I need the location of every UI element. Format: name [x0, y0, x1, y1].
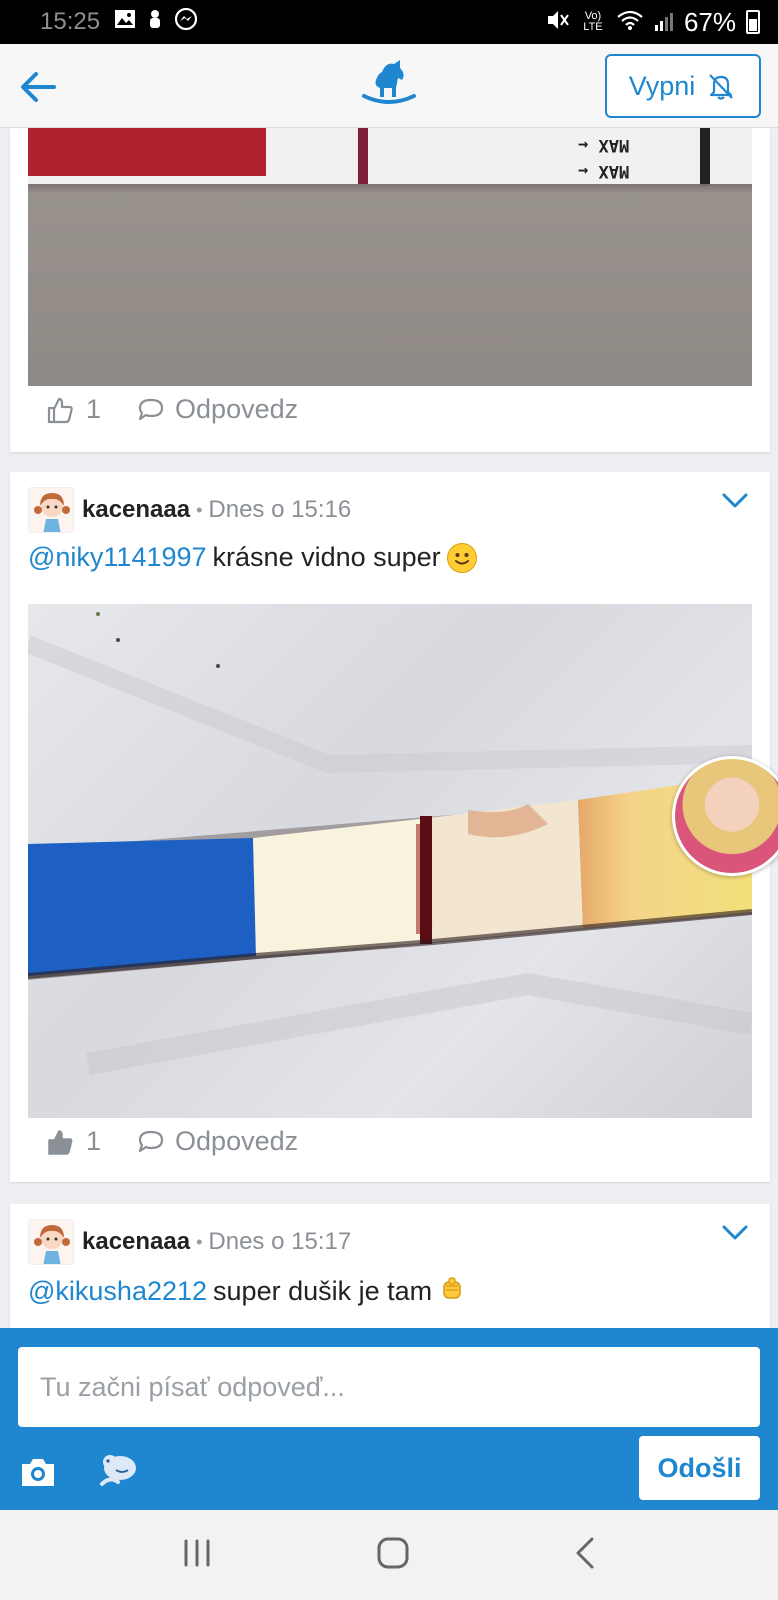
like-count: 1	[86, 1126, 102, 1156]
reply-label: Odpovedz	[175, 1126, 299, 1156]
network-label: Vo) LTE	[583, 10, 603, 33]
camera-icon	[22, 1459, 54, 1486]
like-count: 1	[86, 394, 102, 424]
post-text: @niky1141997 krásne vidno super	[28, 542, 477, 573]
post-body: super dušik je tam	[213, 1276, 433, 1306]
system-navigation-bar	[0, 1510, 778, 1600]
post-header: kacenaaa • Dnes o 15:17	[28, 1216, 351, 1268]
wifi-icon	[616, 7, 644, 38]
separator-dot: •	[196, 1231, 203, 1252]
like-button[interactable]: 1	[46, 1126, 101, 1157]
girl-avatar-icon	[34, 1225, 70, 1264]
smiling-face-icon	[446, 542, 477, 573]
recents-icon[interactable]	[181, 1538, 213, 1573]
post-username[interactable]: kacenaaa	[82, 496, 190, 524]
thumbs-up-filled-icon	[48, 1129, 73, 1155]
separator-dot: •	[196, 499, 203, 520]
home-icon[interactable]	[376, 1536, 410, 1575]
arrow-left-icon	[21, 72, 56, 102]
speech-bubble-icon	[138, 1130, 164, 1152]
avatar[interactable]	[28, 1219, 74, 1265]
rocking-horse-logo[interactable]	[360, 58, 418, 110]
post-photo[interactable]	[28, 604, 752, 1118]
like-button[interactable]: 1	[46, 394, 101, 425]
mute-thread-button[interactable]: Vypni	[605, 54, 761, 118]
photo-strip-line	[358, 128, 368, 184]
post-header: kacenaaa • Dnes o 15:16	[28, 484, 351, 536]
sticker-icon	[100, 1455, 136, 1486]
app-header: Vypni	[0, 44, 778, 128]
post-time: Dnes o 15:16	[208, 496, 352, 523]
camera-button[interactable]	[18, 1452, 58, 1492]
mute-thread-label: Vypni	[628, 70, 696, 101]
bell-off-icon	[709, 74, 734, 100]
chevron-down-icon[interactable]	[720, 490, 750, 512]
post-time: Dnes o 15:17	[208, 1228, 352, 1255]
girl-avatar-icon	[34, 493, 70, 532]
battery-icon	[746, 10, 760, 34]
back-chevron-icon[interactable]	[573, 1536, 597, 1575]
post-card: kacenaaa • Dnes o 15:16 @niky1141997 krá…	[10, 472, 770, 1182]
reply-button[interactable]: Odpovedz	[137, 1126, 298, 1157]
post-actions: 1 Odpovedz	[46, 1126, 298, 1157]
mention-link[interactable]: @niky1141997	[28, 542, 207, 573]
rocking-horse-icon	[362, 60, 416, 104]
post-username[interactable]: kacenaaa	[82, 1228, 190, 1256]
reply-label: Odpovedz	[175, 394, 299, 424]
send-button[interactable]: Odošli	[639, 1436, 760, 1500]
mention-link[interactable]: @kikusha2212	[28, 1276, 207, 1307]
sticker-button[interactable]	[96, 1446, 140, 1490]
photo-strip-mark	[700, 128, 710, 186]
photo-max-label: MAX ← MAX ←	[578, 135, 630, 181]
reply-input[interactable]	[18, 1347, 760, 1427]
pregnancy-test-photo	[28, 612, 752, 1075]
gallery-notification-icon	[114, 9, 136, 35]
signal-icon	[654, 7, 674, 38]
mute-status-icon	[546, 7, 570, 38]
messenger-notification-icon	[174, 7, 198, 37]
android-notification-icon	[146, 8, 164, 36]
post-actions: 1 Odpovedz	[46, 394, 298, 425]
reply-composer: Odošli	[0, 1328, 778, 1510]
post-photo[interactable]: MAX ← MAX ←	[28, 128, 752, 386]
post-text: @kikusha2212 super dušik je tam	[28, 1274, 466, 1309]
status-bar: 15:25 Vo) LTE 67%	[0, 0, 778, 44]
chevron-down-icon[interactable]	[720, 1222, 750, 1244]
photo-shadow	[28, 184, 752, 194]
thumbs-up-outline-icon	[47, 397, 73, 423]
battery-percent: 67%	[683, 6, 736, 37]
back-button[interactable]	[14, 62, 64, 112]
speech-bubble-icon	[138, 398, 164, 420]
reply-button[interactable]: Odpovedz	[137, 394, 298, 425]
raised-fist-icon	[438, 1274, 466, 1309]
photo-strip-dye	[28, 128, 266, 176]
status-time: 15:25	[40, 8, 101, 35]
post-card: kacenaaa • Dnes o 15:17 @kikusha2212 sup…	[10, 1204, 770, 1334]
post-body: krásne vidno super	[212, 542, 441, 572]
post-card: MAX ← MAX ← 1 Odpovedz	[10, 128, 770, 452]
avatar[interactable]	[28, 487, 74, 533]
status-right: Vo) LTE 67%	[546, 7, 760, 38]
